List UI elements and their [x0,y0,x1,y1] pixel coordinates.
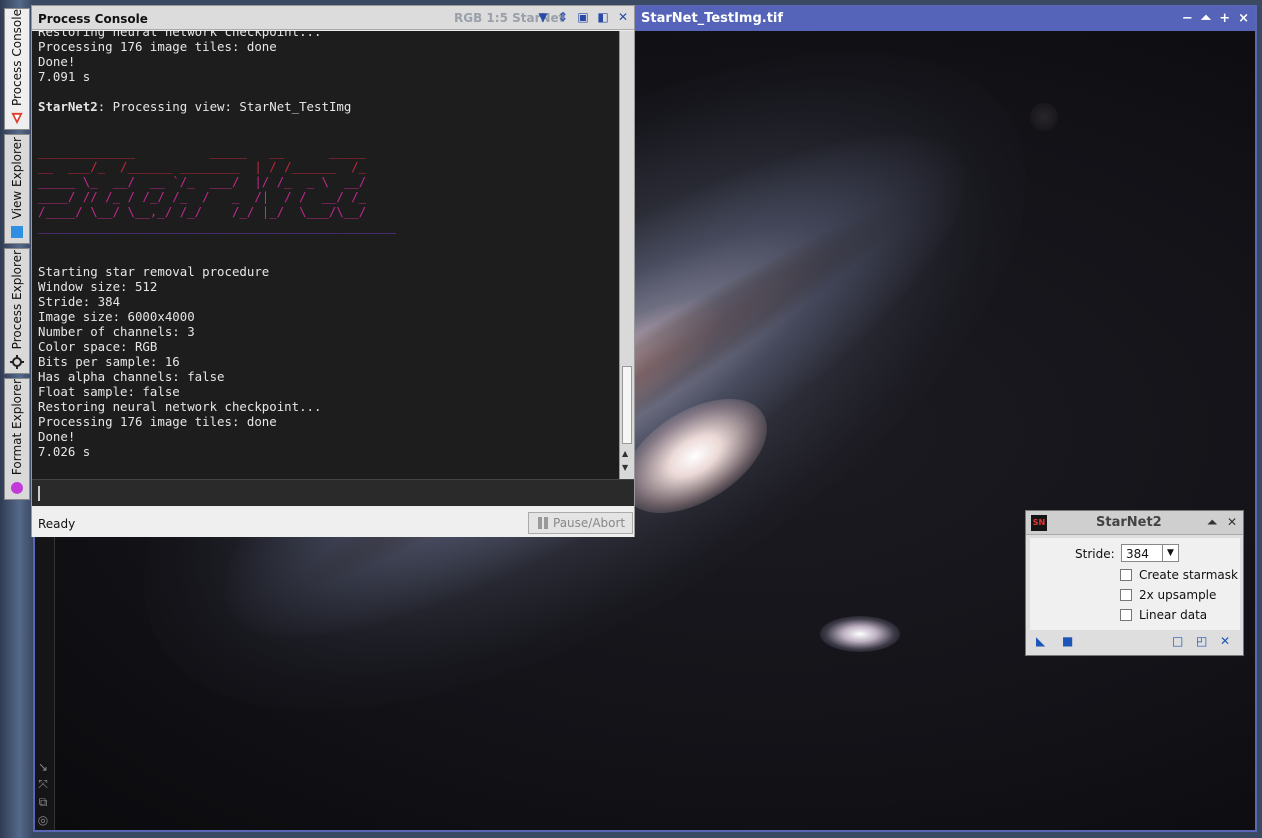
console-line: Restoring neural network checkpoint... [38,399,322,414]
tab-label: View Explorer [10,136,24,219]
view-explorer-icon [11,226,23,238]
checkbox-box[interactable] [1120,609,1132,621]
apply-icon[interactable]: ■ [1062,634,1073,648]
checkbox-label: 2x upsample [1139,588,1217,602]
console-line: Processing 176 image tiles: done [38,414,277,429]
starnet2-footer: ◣ ■ □ ◰ ✕ [1030,632,1240,652]
reset-icon[interactable]: ✕ [1220,634,1230,648]
image-window-title: StarNet_TestImg.tif [641,11,784,26]
fit-icon[interactable]: ⤧ [36,777,50,792]
process-console-window: Process Console RGB 1:5 StarNet ▼ ⇕ ▣ ◧ … [31,5,635,537]
checkbox-box[interactable] [1120,569,1132,581]
chevron-down-icon[interactable]: ▼ [1162,545,1178,561]
chevron-down-icon[interactable]: ▼ [536,10,550,24]
tab-label: Process Console [10,9,24,106]
console-line: Done! [38,54,76,69]
ascii-art-line: /____/ \__/ \__,_/ /_/ /_/ |_/ \___/\__/ [38,204,367,219]
tab-view-explorer[interactable]: View Explorer [4,134,30,244]
starnet2-body: Stride: 384 ▼ Create starmask 2x upsampl… [1030,538,1240,630]
maximize-icon[interactable]: + [1219,11,1230,26]
ascii-art-line: _____________ _____ __ _____ [38,144,367,159]
close-icon[interactable]: ✕ [1227,515,1237,530]
zoom-arrow-icon[interactable]: ↘ [36,760,50,774]
companion-galaxy [820,616,900,652]
status-text: Ready [38,517,76,531]
tab-process-console[interactable]: Process Console [4,8,30,130]
console-line: Window size: 512 [38,279,158,294]
close-icon[interactable]: ✕ [616,10,630,24]
processing-text: : Processing view: StarNet_TestImg [97,99,352,114]
console-output[interactable]: Restoring neural network checkpoint... P… [32,31,619,479]
tab-process-explorer[interactable]: Process Explorer [4,248,30,374]
console-command-input[interactable] [32,479,634,506]
processing-label: StarNet2 [38,99,98,114]
console-scrollbar[interactable]: ▲ ▼ [619,31,634,479]
shade-icon[interactable]: ⏶ [1207,515,1217,530]
format-explorer-icon [11,482,23,495]
target-icon[interactable]: ◎ [36,813,50,827]
console-line: 7.091 s [38,69,91,84]
checkbox-label: Linear data [1139,608,1208,622]
linear-data-checkbox[interactable]: Linear data [1120,608,1207,622]
copy-icon[interactable]: ⧉ [36,795,50,810]
stride-label: Stride: [1075,547,1115,561]
pause-abort-button[interactable]: Pause/Abort [528,512,633,534]
create-starmask-checkbox[interactable]: Create starmask [1120,568,1238,582]
ascii-art-line: ________________________________________… [38,219,397,234]
tab-label: Format Explorer [10,379,24,476]
tab-label: Process Explorer [10,249,24,349]
ascii-art-line: _____ \_ __/ __ `/_ ___/ |/ /_ _ \ __/ [38,174,367,189]
text-cursor [38,486,40,501]
pause-icon [538,517,548,529]
console-line: Image size: 6000x4000 [38,309,195,324]
console-processing-line: StarNet2: Processing view: StarNet_TestI… [38,99,613,114]
scrollbar-thumb[interactable] [622,366,632,444]
minimize-icon[interactable]: − [1182,11,1193,26]
scroll-down-icon[interactable]: ▼ [622,463,628,472]
ascii-art-line: __ ___/_ /______ ________ | / /______ /_ [38,159,367,174]
process-console-icon [11,112,23,125]
scroll-up-icon[interactable]: ▲ [622,449,628,458]
image-tool-icons: ↘ ⤧ ⧉ ◎ [36,760,50,827]
console-line: Bits per sample: 16 [38,354,180,369]
starnet2-titlebar[interactable]: SN StarNet2 ⏶ ✕ [1026,511,1243,535]
console-line: Float sample: false [38,384,180,399]
console-line: Number of channels: 3 [38,324,195,339]
pause-abort-label: Pause/Abort [553,516,626,530]
starnet2-title: StarNet2 [1096,515,1162,530]
close-icon[interactable]: × [1238,11,1249,26]
left-tab-bar: Process Console View Explorer Process Ex… [0,0,32,838]
console-line: Starting star removal procedure [38,264,270,279]
resize-vertical-icon[interactable]: ⇕ [556,10,570,24]
process-explorer-icon [10,355,24,369]
stride-value: 384 [1126,547,1149,561]
console-line: Processing 176 image tiles: done [38,39,277,54]
preferences-icon[interactable]: ◰ [1196,634,1207,648]
console-line: Stride: 384 [38,294,121,309]
upsample-checkbox[interactable]: 2x upsample [1120,588,1216,602]
new-instance-icon[interactable]: ◣ [1036,634,1045,648]
console-line: Color space: RGB [38,339,158,354]
console-statusbar: Ready Pause/Abort [32,509,634,537]
tab-format-explorer[interactable]: Format Explorer [4,378,30,500]
stride-select[interactable]: 384 ▼ [1121,544,1179,562]
ascii-art-line: ____/ // /_ / /_/ /_ / _ /| / / __/ /_ [38,189,367,204]
maximize-icon[interactable]: ▣ [576,10,590,24]
browse-docs-icon[interactable]: □ [1172,634,1183,648]
checkbox-label: Create starmask [1139,568,1238,582]
shade-icon[interactable]: ⏶ [1201,11,1211,26]
dark-spot [1030,103,1058,131]
console-titlebar[interactable]: Process Console RGB 1:5 StarNet ▼ ⇕ ▣ ◧ … [32,6,634,30]
console-line: 7.026 s [38,444,91,459]
console-line: Done! [38,429,76,444]
console-title: Process Console [38,12,148,26]
starnet-logo: SN [1031,515,1047,531]
console-line: Has alpha channels: false [38,369,225,384]
starnet2-dialog: SN StarNet2 ⏶ ✕ Stride: 384 ▼ Create sta… [1025,510,1244,656]
checkbox-box[interactable] [1120,589,1132,601]
console-line: Restoring neural network checkpoint... [38,31,322,39]
dock-icon[interactable]: ◧ [596,10,610,24]
